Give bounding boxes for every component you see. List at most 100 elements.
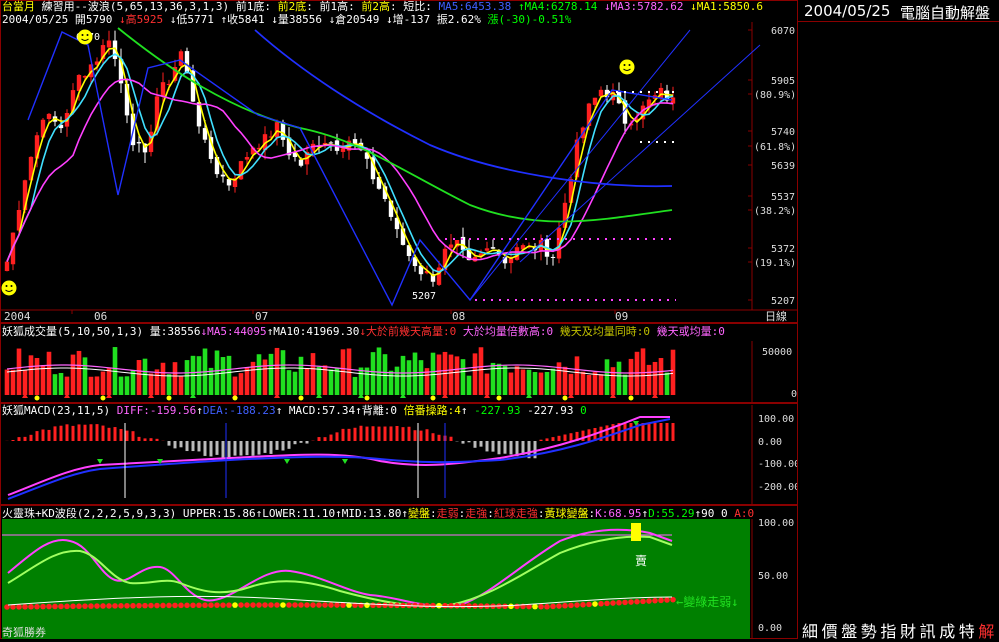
- tab-特[interactable]: 特: [959, 618, 975, 642]
- kd-ball: [454, 603, 460, 609]
- macd-bar: [366, 427, 369, 441]
- macd-y-label-0: 100.00: [758, 414, 794, 425]
- macd-bar: [138, 437, 141, 441]
- candle-body: [179, 51, 183, 66]
- volume-bar: [47, 352, 52, 395]
- price-chart[interactable]: 60705905(80.9%)5740(61.8%)56395537(38.2%…: [0, 0, 797, 323]
- macd-bar: [408, 427, 411, 441]
- volume-bar: [263, 360, 268, 395]
- candle-body: [275, 122, 279, 137]
- volume-bar: [311, 353, 316, 395]
- kd-ball: [562, 603, 568, 609]
- low-annotation: 5207: [412, 291, 436, 302]
- volume-bar: [257, 354, 262, 395]
- smiley-icon-top: [78, 30, 93, 45]
- kd-ball: [112, 603, 118, 609]
- candle-body: [245, 157, 249, 160]
- kd-ball: [514, 604, 520, 610]
- macd-bar: [498, 441, 501, 454]
- candle-body: [329, 142, 333, 143]
- macd-bar: [144, 438, 147, 441]
- tab-訊[interactable]: 訊: [920, 618, 936, 642]
- volume-bar: [641, 348, 646, 395]
- kd-ball: [28, 604, 34, 610]
- kd-ball: [646, 598, 652, 604]
- macd-bar: [168, 441, 171, 446]
- kd-y-label-0: 100.00: [758, 518, 794, 529]
- volume-bar: [671, 350, 676, 395]
- candle-body: [47, 114, 51, 119]
- candle-body: [599, 90, 603, 96]
- volume-bar: [293, 372, 298, 395]
- volume-bar: [605, 359, 610, 395]
- tab-細[interactable]: 細: [802, 618, 818, 642]
- kd-ball: [592, 601, 598, 607]
- volume-bar: [233, 377, 238, 395]
- macd-bar: [480, 441, 483, 447]
- volume-bar: [305, 368, 310, 395]
- smiley-icon-top-eye: [82, 34, 84, 36]
- volume-dot: [629, 396, 634, 401]
- volume-bar: [11, 370, 16, 395]
- volume-bar: [83, 357, 88, 395]
- weak-label: ←變綠走弱↓: [676, 594, 738, 609]
- macd-bar: [624, 423, 627, 441]
- macd-bar: [12, 440, 15, 441]
- candle-body: [341, 148, 345, 152]
- macd-bar: [558, 436, 561, 441]
- tab-盤[interactable]: 盤: [841, 618, 857, 642]
- channel-line-1: [470, 30, 690, 300]
- price-x-label-3: 08: [452, 310, 465, 323]
- macd-bar: [390, 426, 393, 441]
- volume-bar: [5, 370, 10, 395]
- volume-bar: [215, 351, 220, 395]
- kd-chart[interactable]: 100.0050.000.00賣←變綠走弱↓: [0, 505, 797, 639]
- kd-ball: [40, 604, 46, 610]
- macd-y-label-1: 0.00: [758, 437, 782, 448]
- macd-bar: [126, 431, 129, 441]
- kd-ball: [436, 603, 442, 609]
- kd-ball: [22, 604, 28, 610]
- tab-勢[interactable]: 勢: [861, 618, 877, 642]
- ma1-line: [7, 48, 673, 276]
- right-panel-divider: [798, 21, 999, 22]
- price-y-label-10: 5207: [771, 296, 795, 307]
- kd-ball: [238, 602, 244, 608]
- macd-bar: [540, 440, 543, 441]
- candle-body: [137, 142, 141, 143]
- price-y-label-5: 5639: [771, 161, 795, 172]
- smiley-icon-left: [2, 281, 17, 296]
- macd-bar: [60, 426, 63, 441]
- sell-label: 賣: [635, 553, 647, 568]
- tab-成[interactable]: 成: [939, 618, 955, 642]
- volume-bar: [629, 359, 634, 395]
- kd-ball: [130, 603, 136, 609]
- macd-bar: [450, 437, 453, 441]
- volume-bar: [227, 356, 232, 395]
- smiley-icon-left-eye: [11, 285, 13, 287]
- tab-解[interactable]: 解: [978, 618, 994, 642]
- price-y-label-1: 5905: [771, 76, 795, 87]
- volume-bar: [653, 362, 658, 395]
- kd-ball: [274, 602, 280, 608]
- tab-價[interactable]: 價: [822, 618, 838, 642]
- volume-bar: [455, 356, 460, 395]
- macd-bar: [174, 441, 177, 448]
- volume-chart[interactable]: 500000: [0, 323, 797, 403]
- volume-bar: [35, 358, 40, 395]
- candle-body: [5, 262, 9, 271]
- volume-bar: [623, 375, 628, 395]
- volume-bar: [551, 369, 556, 395]
- macd-bar: [672, 423, 675, 441]
- macd-bar: [282, 441, 285, 450]
- tab-財[interactable]: 財: [900, 618, 916, 642]
- kd-ball: [310, 602, 316, 608]
- candle-body: [185, 51, 189, 73]
- tab-指[interactable]: 指: [880, 618, 896, 642]
- kd-ball: [640, 599, 646, 605]
- macd-bar: [24, 437, 27, 441]
- right-panel-date: 2004/05/25: [804, 2, 890, 20]
- macd-chart[interactable]: 100.000.00-100.00-200.00: [0, 403, 797, 505]
- kd-ball: [604, 601, 610, 607]
- kd-ball: [574, 602, 580, 608]
